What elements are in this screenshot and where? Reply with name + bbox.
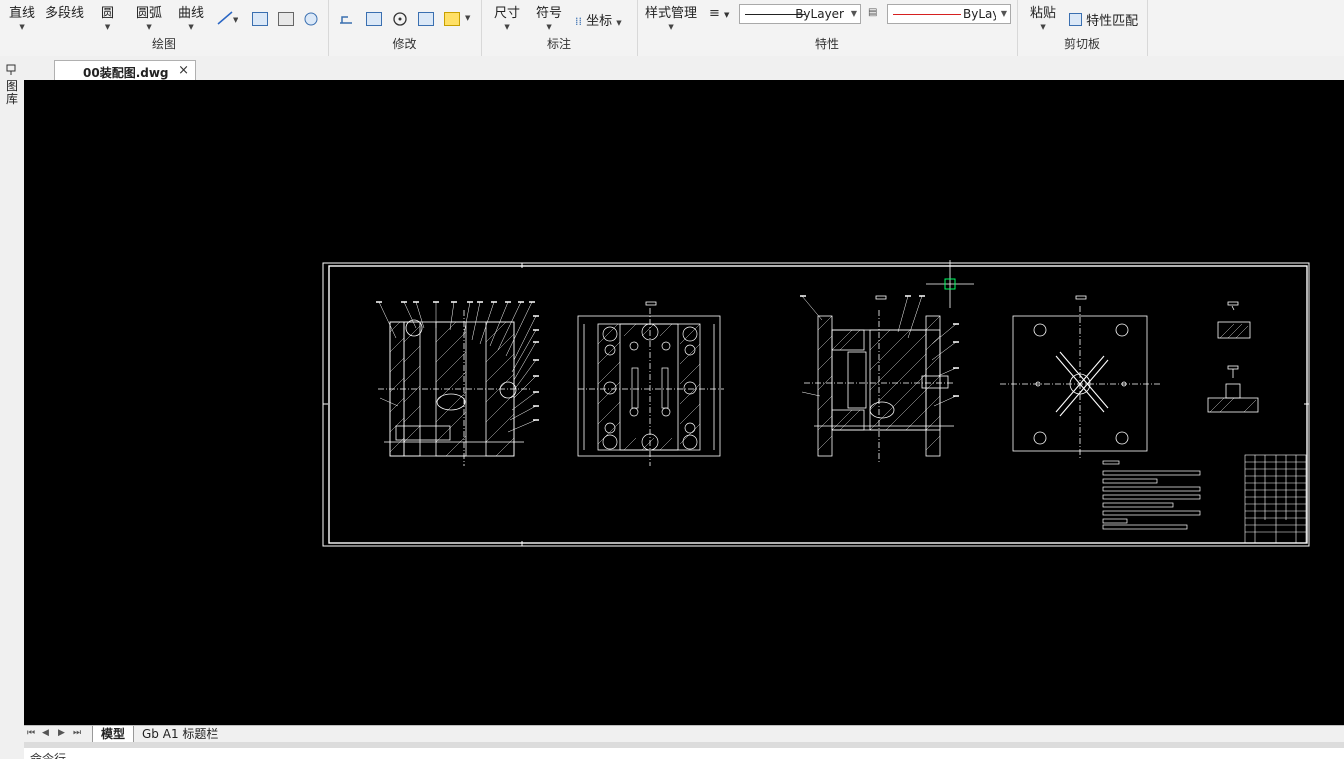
brush-icon: [1069, 13, 1082, 26]
chevron-down-icon[interactable]: ▼: [465, 14, 470, 22]
style-manager-button[interactable]: 样式管理 ▼: [645, 2, 697, 31]
annotate-group-label: 标注: [546, 37, 571, 51]
chevron-down-icon: [45, 23, 84, 31]
clipboard-group: 粘贴 ▼ 特性匹配 剪切板: [1017, 0, 1148, 56]
svg-text:▼: ▼: [233, 16, 238, 24]
chevron-down-icon: ▼: [1000, 9, 1007, 18]
region-icon[interactable]: [278, 12, 294, 26]
edit-icon[interactable]: [444, 12, 460, 26]
plate-view-4-label: [1075, 295, 1087, 300]
close-icon[interactable]: ×: [178, 63, 189, 78]
dimension-label: 尺寸: [494, 6, 521, 21]
pin-icon[interactable]: [5, 64, 17, 76]
chevron-down-icon: ▼: [104, 23, 111, 31]
paste-label: 粘贴: [1030, 6, 1057, 21]
section-view-3: [804, 310, 954, 464]
color-select[interactable]: ByLayer ▼: [887, 4, 1011, 24]
library-tab[interactable]: 图库: [5, 80, 19, 106]
next-tab-icon[interactable]: ▶: [58, 728, 65, 738]
section-view-3-leaders: [800, 295, 959, 407]
drawing-svg: [322, 260, 1310, 547]
command-line-label: 命令行: [30, 752, 67, 759]
plan-view-2-hatch: [597, 323, 701, 451]
properties-group: 样式管理 ▼ ≡ ▼ ByLayer ▼ ▤ ByLayer ▼ 特性: [637, 0, 1018, 56]
document-tab[interactable]: 00装配图.dwg ×: [54, 60, 196, 81]
arc-button[interactable]: 圆弧 ▼: [136, 2, 162, 31]
detail-views: [1207, 301, 1259, 413]
drawing-canvas[interactable]: [24, 80, 1344, 725]
line-label: 直线: [9, 6, 36, 21]
symbol-button[interactable]: 符号 ▼: [536, 2, 562, 31]
sheet-center-marks: [323, 263, 1309, 546]
last-tab-icon[interactable]: ⏭: [73, 728, 81, 738]
scale-icon[interactable]: [366, 12, 382, 26]
chevron-down-icon: ▼: [188, 23, 194, 31]
curve-button[interactable]: 曲线 ▼: [178, 2, 204, 31]
array-icon[interactable]: [418, 12, 434, 26]
chevron-down-icon: ▼: [546, 23, 552, 31]
clipboard-group-label: 剪切板: [1063, 37, 1100, 51]
line-button[interactable]: 直线 ▼: [9, 2, 35, 31]
chevron-down-icon: ▼: [668, 23, 674, 31]
polyline-label: 多段线: [45, 6, 85, 21]
circle-button[interactable]: 圆 ▼: [101, 2, 114, 31]
library-sidebar: 图库: [0, 56, 25, 759]
section-view-1-leaders: [376, 301, 539, 433]
match-properties-label: 特性匹配: [1086, 14, 1139, 29]
chevron-down-icon: ▼: [1040, 23, 1046, 31]
construction-line-icon[interactable]: ▼: [216, 10, 238, 26]
chevron-down-icon: ▼: [146, 23, 152, 31]
technical-notes: [1102, 460, 1201, 530]
plan-view-2-label: [645, 301, 657, 306]
plate-view-4: [1000, 306, 1160, 460]
match-properties-button[interactable]: 特性匹配: [1069, 10, 1138, 29]
layout-tab-bar: ⏮ ◀ ▶ ⏭ 模型 Gb A1 标题栏: [24, 725, 1344, 743]
tab-gb-a1-title-block[interactable]: Gb A1 标题栏: [134, 726, 226, 742]
coordinate-icon: ⁞⁞: [575, 15, 582, 28]
hatch-icon[interactable]: [252, 12, 268, 26]
draw-group: 直线 ▼ 多段线 圆 ▼ 圆弧 ▼ 曲线 ▼ ▼ 绘图: [0, 0, 329, 56]
first-tab-icon[interactable]: ⏮: [27, 728, 35, 738]
paste-button[interactable]: 粘贴 ▼: [1030, 2, 1056, 31]
linetype-value: ByLayer: [795, 7, 844, 21]
ribbon: 直线 ▼ 多段线 圆 ▼ 圆弧 ▼ 曲线 ▼ ▼ 绘图 ▼ 修改 尺寸 ▼ 符号 ▼ ⁞⁞ …: [0, 0, 1344, 57]
circle-label: 圆: [101, 6, 115, 21]
color-value: ByLayer: [963, 7, 996, 21]
symbol-label: 符号: [536, 6, 563, 21]
section-view-1: [378, 310, 532, 466]
dimension-button[interactable]: 尺寸 ▼: [494, 2, 520, 31]
prev-tab-icon[interactable]: ◀: [42, 728, 49, 738]
linetype-manager-icon[interactable]: ▤: [868, 7, 877, 18]
style-manager-label: 样式管理: [645, 6, 698, 21]
color-preview: [893, 14, 961, 15]
boundary-icon[interactable]: [303, 11, 319, 27]
crosshair-cursor: [926, 260, 974, 308]
stretch-icon[interactable]: [338, 11, 354, 27]
document-tab-bar: 00装配图.dwg ×: [24, 56, 1344, 81]
annotate-group: 尺寸 ▼ 符号 ▼ ⁞⁞ 坐标 ▼ 标注: [481, 0, 638, 56]
arc-label: 圆弧: [136, 6, 163, 21]
section-view-3-label: [875, 295, 887, 300]
chevron-down-icon: ▼: [504, 23, 510, 31]
draw-group-label: 绘图: [151, 37, 176, 51]
document-tab-name: 00装配图.dwg: [83, 66, 169, 80]
polyline-button[interactable]: 多段线: [45, 2, 84, 31]
properties-group-label: 特性: [814, 37, 839, 51]
coordinate-label: 坐标: [586, 14, 613, 29]
modify-group: ▼ 修改: [328, 0, 482, 56]
tab-model[interactable]: 模型: [92, 726, 135, 743]
sheet-outer-border: [322, 262, 1310, 547]
chevron-down-icon: ▼: [19, 23, 25, 31]
title-block: [1244, 454, 1307, 544]
modify-group-label: 修改: [392, 37, 417, 51]
chevron-down-icon: ▼: [616, 19, 622, 27]
curve-label: 曲线: [178, 6, 205, 21]
lineweight-icon[interactable]: ≡ ▼: [709, 6, 729, 21]
rotate-icon[interactable]: [392, 11, 408, 27]
command-line[interactable]: 命令行: [24, 748, 1344, 759]
coordinate-button[interactable]: ⁞⁞ 坐标 ▼: [575, 10, 622, 29]
chevron-down-icon: ▼: [850, 9, 857, 18]
linetype-select[interactable]: ByLayer ▼: [739, 4, 861, 24]
